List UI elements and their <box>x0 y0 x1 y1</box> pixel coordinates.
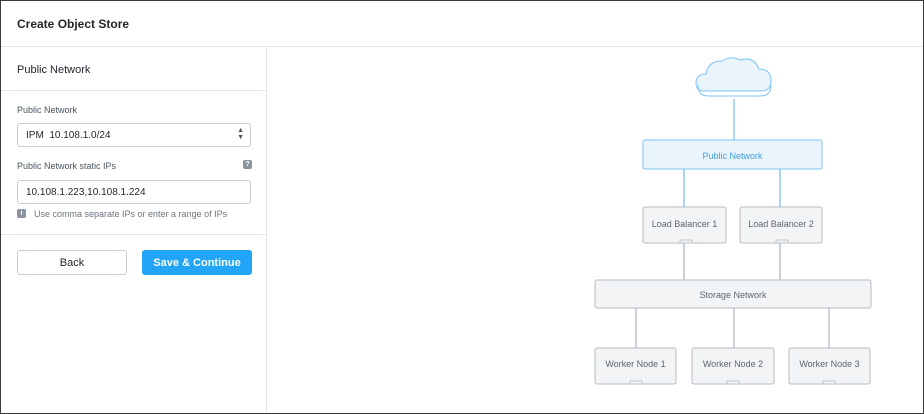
select-arrows-icon: ▲ ▼ <box>237 127 244 141</box>
topology-svg: Public Network Load Balancer 1 Load Bala… <box>594 57 872 385</box>
info-icon: i <box>17 209 26 218</box>
public-network-select[interactable]: IPM 10.108.1.0/24 ▲ ▼ <box>17 123 251 147</box>
divider <box>1 90 266 91</box>
load-balancer-label: Load Balancer 1 <box>652 219 718 229</box>
public-network-node-label: Public Network <box>702 151 763 161</box>
save-continue-button[interactable]: Save & Continue <box>142 250 252 275</box>
static-ips-label: Public Network static IPs <box>17 161 117 171</box>
public-network-form-panel: Public Network Public Network IPM 10.108… <box>1 47 267 413</box>
public-network-selected-value: IPM 10.108.1.0/24 <box>26 130 111 141</box>
worker-node-label: Worker Node 2 <box>703 359 763 369</box>
page-title: Create Object Store <box>17 17 130 31</box>
cloud-icon <box>695 57 772 97</box>
worker-node-label: Worker Node 3 <box>799 359 859 369</box>
worker-node: Worker Node 2 <box>691 347 775 385</box>
question-icon[interactable]: ? <box>243 160 252 169</box>
static-ips-input[interactable] <box>17 180 251 204</box>
storage-network-label: Storage Network <box>699 290 767 300</box>
load-balancer-node: Load Balancer 1 <box>642 206 727 244</box>
worker-node: Worker Node 3 <box>788 347 871 385</box>
create-object-store-window: Create Object Store Public Network Publi… <box>0 0 924 414</box>
load-balancer-node: Load Balancer 2 <box>739 206 823 244</box>
static-ips-hint: Use comma separate IPs or enter a range … <box>34 209 228 219</box>
divider <box>1 234 266 235</box>
section-title: Public Network <box>17 64 91 76</box>
network-topology-diagram: Public Network Load Balancer 1 Load Bala… <box>268 47 923 413</box>
worker-node-label: Worker Node 1 <box>605 359 665 369</box>
back-button[interactable]: Back <box>17 250 127 275</box>
worker-node: Worker Node 1 <box>594 347 677 385</box>
load-balancer-label: Load Balancer 2 <box>748 219 814 229</box>
public-network-label: Public Network <box>17 105 78 115</box>
header: Create Object Store <box>1 1 923 47</box>
